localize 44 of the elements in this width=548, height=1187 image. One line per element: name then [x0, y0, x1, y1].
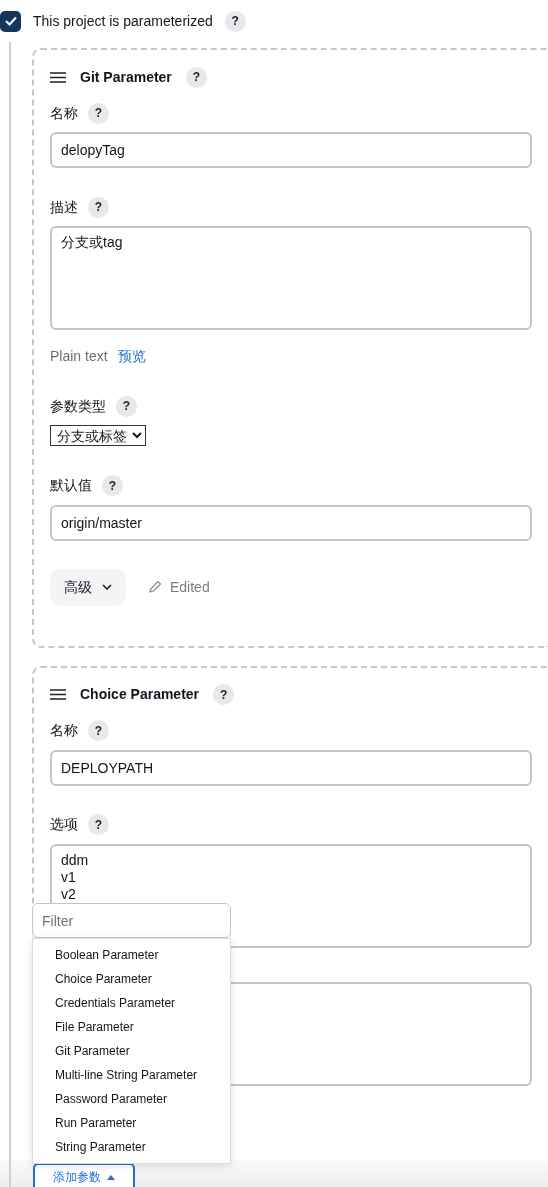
field-label: 默认值	[50, 476, 92, 495]
pencil-icon	[148, 580, 162, 594]
menu-item[interactable]: Git Parameter	[33, 1039, 230, 1063]
add-parameter-button[interactable]: 添加参数	[33, 1163, 135, 1187]
input-field[interactable]: delopyTag	[50, 132, 532, 168]
menu-item[interactable]: Choice Parameter	[33, 967, 230, 991]
input-field[interactable]: DEPLOYPATH	[50, 749, 532, 786]
type-select[interactable]: 分支或标签	[50, 425, 146, 446]
field-label: 描述	[50, 197, 78, 217]
menu-item[interactable]: File Parameter	[33, 1015, 230, 1039]
text-area[interactable]: 分支或tag	[50, 226, 532, 330]
drag-handle-icon[interactable]	[50, 71, 66, 83]
help-icon[interactable]: ?	[102, 475, 123, 496]
check-icon	[4, 16, 17, 26]
input-field[interactable]: origin/master	[50, 504, 532, 541]
help-icon[interactable]: ?	[116, 395, 137, 417]
help-icon[interactable]: ?	[213, 684, 235, 705]
preview-link[interactable]: 预览	[117, 346, 146, 367]
help-icon[interactable]: ?	[185, 66, 207, 88]
menu-item[interactable]: String Parameter	[33, 1135, 230, 1159]
help-icon[interactable]: ?	[88, 814, 109, 835]
parameter-title: Git Parameter	[80, 67, 172, 87]
menu-item[interactable]: Password Parameter	[33, 1087, 230, 1111]
help-icon[interactable]: ?	[88, 720, 109, 741]
field-label: 参数类型	[50, 396, 106, 416]
menu-item[interactable]: Credentials Parameter	[33, 991, 230, 1015]
help-icon[interactable]: ?	[88, 102, 109, 124]
menu-item[interactable]: Multi-line String Parameter	[33, 1063, 230, 1087]
format-note: Plain text	[50, 347, 108, 366]
field-label: 选项	[50, 815, 78, 834]
edited-status: Edited	[170, 577, 210, 597]
menu-item[interactable]: Run Parameter	[33, 1111, 230, 1135]
field-label: 名称	[50, 721, 78, 740]
checkbox[interactable]	[0, 10, 21, 32]
caret-icon	[107, 1174, 115, 1180]
checkbox-label: This project is parameterized	[33, 11, 213, 31]
help-icon[interactable]: ?	[88, 196, 109, 218]
filter-field[interactable]: Filter	[32, 903, 231, 938]
advanced-button[interactable]: 高级	[50, 568, 126, 606]
help-icon[interactable]: ?	[224, 10, 246, 32]
parameter-title: Choice Parameter	[80, 685, 200, 704]
field-label: 名称	[50, 103, 78, 123]
chevron-down-icon	[102, 584, 112, 590]
drag-handle-icon[interactable]	[50, 689, 66, 700]
